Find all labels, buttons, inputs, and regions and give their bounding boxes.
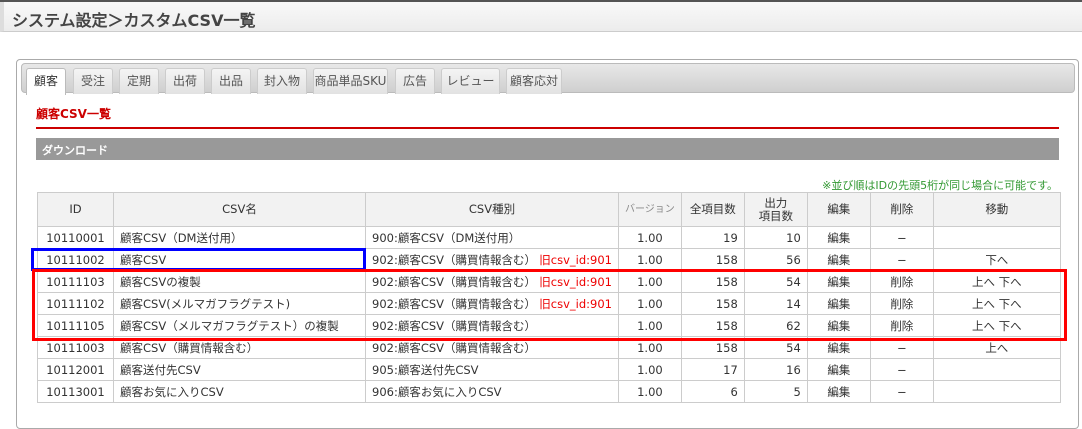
edit-link[interactable]: 編集 xyxy=(806,226,871,249)
type-text: 902:顧客CSV（購買情報含む） xyxy=(372,252,537,267)
divider xyxy=(36,127,1059,129)
tab-listing[interactable]: 出品 xyxy=(211,68,251,94)
cell-total: 19 xyxy=(680,226,745,249)
col-output-line1: 出力 xyxy=(764,195,788,210)
tab-ads[interactable]: 広告 xyxy=(395,68,435,94)
cell-total: 17 xyxy=(680,358,745,381)
tab-customer[interactable]: 顧客 xyxy=(26,68,66,95)
type-text: 905:顧客送付先CSV xyxy=(372,362,479,377)
cell-type: 906:顧客お気に入りCSV xyxy=(365,380,619,403)
delete-link: − xyxy=(869,380,934,403)
page-header: システム設定＞カスタムCSV一覧 xyxy=(0,2,1082,32)
old-csv-id: 旧csv_id:901 xyxy=(539,252,612,267)
col-output-line2: 項目数 xyxy=(758,208,794,223)
tab-customer-support[interactable]: 顧客応対 xyxy=(506,68,562,94)
col-move: 移動 xyxy=(932,192,1061,227)
highlight-red-box xyxy=(32,269,1067,341)
cell-move xyxy=(932,358,1061,381)
cell-type: 900:顧客CSV（DM送付用） xyxy=(365,226,619,249)
col-type: CSV種別 xyxy=(365,192,619,227)
cell-type: 902:顧客CSV（購買情報含む） 旧csv_id:901 xyxy=(365,248,619,271)
cell-output: 5 xyxy=(743,380,808,403)
cell-output: 16 xyxy=(743,358,808,381)
col-total: 全項目数 xyxy=(680,192,745,227)
page-title: システム設定＞カスタムCSV一覧 xyxy=(12,11,256,30)
cell-type: 905:顧客送付先CSV xyxy=(365,358,619,381)
highlight-blue-box xyxy=(31,248,366,271)
delete-link: − xyxy=(869,226,934,249)
cell-version: 1.00 xyxy=(618,248,682,271)
tab-order[interactable]: 受注 xyxy=(73,68,113,94)
tab-shipping[interactable]: 出荷 xyxy=(165,68,205,94)
tab-sku[interactable]: 商品単品SKU xyxy=(313,68,388,94)
col-version: バージョン xyxy=(618,192,682,227)
edit-link[interactable]: 編集 xyxy=(806,380,871,403)
col-delete: 削除 xyxy=(869,192,934,227)
download-bar: ダウンロード xyxy=(36,138,1059,160)
section-heading: 顧客CSV一覧 xyxy=(36,107,111,121)
edit-link[interactable]: 編集 xyxy=(806,358,871,381)
cell-id: 10112001 xyxy=(37,358,114,381)
table-row: 10113001 顧客お気に入りCSV 906:顧客お気に入りCSV 1.00 … xyxy=(37,380,1061,403)
cell-output: 10 xyxy=(743,226,808,249)
cell-move xyxy=(932,226,1061,249)
cell-id: 10110001 xyxy=(37,226,114,249)
table-row: 10112001 顧客送付先CSV 905:顧客送付先CSV 1.00 17 1… xyxy=(37,358,1061,381)
cell-total: 158 xyxy=(680,248,745,271)
col-output: 出力 項目数 xyxy=(743,192,808,227)
cell-version: 1.00 xyxy=(618,358,682,381)
cell-move: 下へ xyxy=(932,248,1061,271)
edit-link[interactable]: 編集 xyxy=(806,248,871,271)
tab-subscription[interactable]: 定期 xyxy=(119,68,159,94)
delete-link: − xyxy=(869,358,934,381)
cell-name: 顧客お気に入りCSV xyxy=(113,380,366,403)
cell-version: 1.00 xyxy=(618,226,682,249)
tab-enclosure[interactable]: 封入物 xyxy=(257,68,307,94)
type-text: 902:顧客CSV（購買情報含む） xyxy=(372,340,537,355)
tab-bar: 顧客 受注 定期 出荷 出品 封入物 商品単品SKU 広告 レビュー 顧客応対 xyxy=(21,63,1075,95)
col-name: CSV名 xyxy=(113,192,366,227)
cell-name: 顧客CSV（DM送付用） xyxy=(113,226,366,249)
move-link[interactable]: 上へ xyxy=(985,341,1008,355)
cell-version: 1.00 xyxy=(618,380,682,403)
tab-review[interactable]: レビュー xyxy=(441,68,500,94)
table-row: 10110001 顧客CSV（DM送付用） 900:顧客CSV（DM送付用） 1… xyxy=(37,226,1061,249)
col-edit: 編集 xyxy=(806,192,871,227)
cell-name: 顧客送付先CSV xyxy=(113,358,366,381)
move-link[interactable]: 下へ xyxy=(985,253,1008,267)
cell-output: 56 xyxy=(743,248,808,271)
type-text: 906:顧客お気に入りCSV xyxy=(372,384,502,399)
col-id: ID xyxy=(37,192,114,227)
table-header: ID CSV名 CSV種別 バージョン 全項目数 出力 項目数 編集 削除 移動 xyxy=(37,192,1061,227)
cell-move xyxy=(932,380,1061,403)
sort-note: ※並び順はIDの先頭5桁が同じ場合に可能です。 xyxy=(822,179,1058,192)
delete-link: − xyxy=(869,248,934,271)
cell-total: 6 xyxy=(680,380,745,403)
type-text: 900:顧客CSV（DM送付用） xyxy=(372,230,521,245)
cell-id: 10113001 xyxy=(37,380,114,403)
